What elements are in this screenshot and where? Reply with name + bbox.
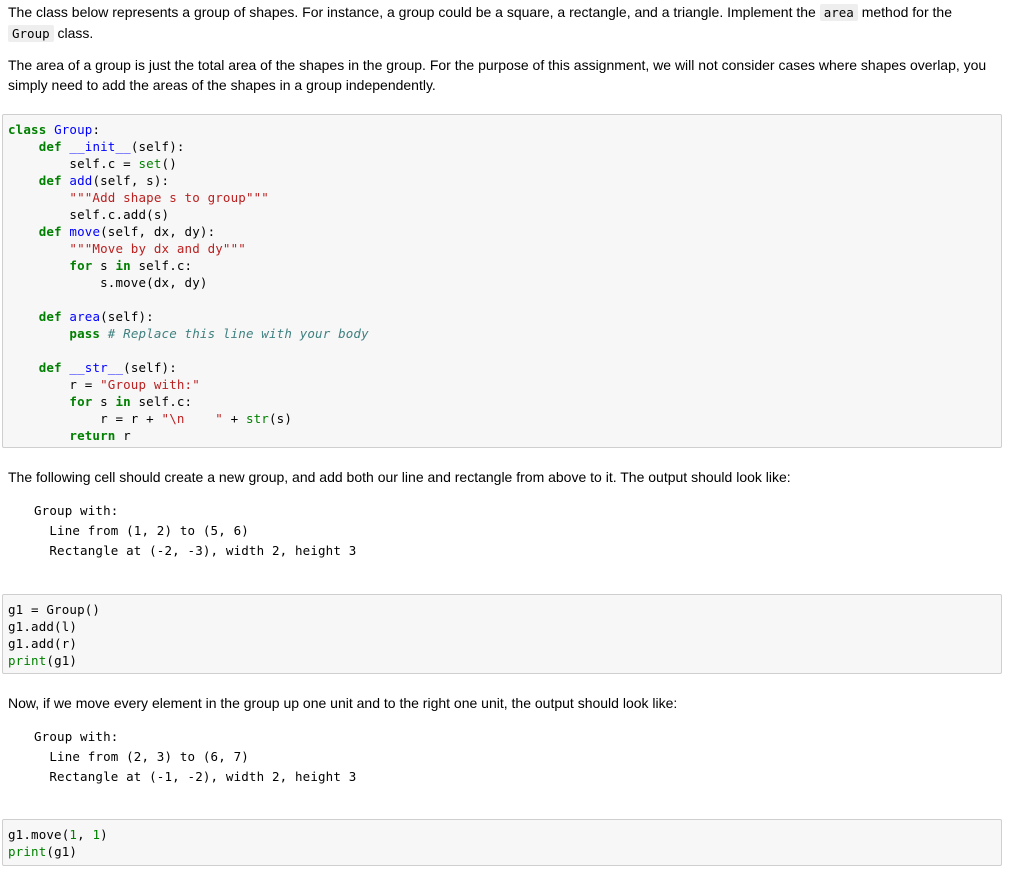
code-group-class[interactable]: class Group: def __init__(self): self.c … bbox=[3, 115, 1001, 450]
code-cell-group-class[interactable]: class Group: def __init__(self): self.c … bbox=[2, 114, 1002, 448]
area-description-paragraph: The area of a group is just the total ar… bbox=[8, 57, 987, 93]
group-output-paragraph: The following cell should create a new g… bbox=[8, 469, 791, 485]
code-move-group[interactable]: g1.move(1, 1) print(g1) bbox=[3, 820, 1001, 866]
inline-code-group: Group bbox=[8, 25, 54, 42]
intro-paragraph: The class below represents a group of sh… bbox=[8, 4, 952, 42]
code-cell-create-group[interactable]: g1 = Group() g1.add(l) g1.add(r) print(g… bbox=[2, 594, 1002, 674]
code-create-group[interactable]: g1 = Group() g1.add(l) g1.add(r) print(g… bbox=[3, 595, 1001, 675]
inline-code-area: area bbox=[819, 4, 858, 21]
expected-output-1: Group with: Line from (1, 2) to (5, 6) R… bbox=[34, 503, 357, 558]
code-cell-move-group[interactable]: g1.move(1, 1) print(g1) bbox=[2, 819, 1002, 866]
intro-text: The class below represents a group of sh… bbox=[8, 4, 820, 20]
expected-output-2: Group with: Line from (2, 3) to (6, 7) R… bbox=[34, 729, 357, 784]
move-output-paragraph: Now, if we move every element in the gro… bbox=[8, 695, 678, 711]
